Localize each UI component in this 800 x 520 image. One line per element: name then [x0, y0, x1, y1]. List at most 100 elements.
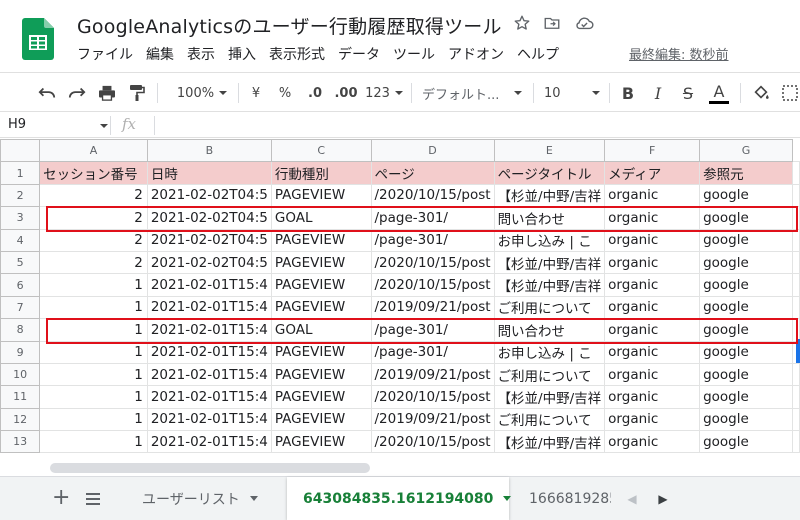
- cell-medium[interactable]: organic: [604, 362, 701, 387]
- menu-insert[interactable]: 挿入: [228, 44, 256, 64]
- cell-page[interactable]: /2019/09/21/post: [370, 295, 495, 320]
- cell-datetime[interactable]: 2021-02-02T04:5: [146, 183, 272, 208]
- row-header[interactable]: 8: [0, 318, 41, 342]
- cell-medium[interactable]: organic: [604, 250, 701, 275]
- chevron-down-icon[interactable]: [249, 496, 258, 501]
- cell-medium[interactable]: organic: [604, 183, 701, 208]
- cell-session[interactable]: 1: [39, 295, 148, 320]
- cell-medium[interactable]: organic: [604, 318, 701, 342]
- cell-session[interactable]: 2: [39, 206, 148, 230]
- cell-datetime[interactable]: 2021-02-01T15:4: [146, 407, 272, 432]
- row-header[interactable]: 3: [0, 206, 41, 230]
- menu-addons[interactable]: アドオン: [448, 44, 504, 64]
- empty-cell[interactable]: [792, 206, 800, 230]
- cell-source[interactable]: google: [699, 295, 793, 320]
- cell-session[interactable]: 1: [39, 273, 148, 297]
- empty-cell[interactable]: [792, 250, 800, 275]
- name-box[interactable]: H9: [8, 117, 26, 132]
- cell-datetime[interactable]: 2021-02-01T15:4: [146, 362, 272, 387]
- cell-page[interactable]: /2020/10/15/post: [370, 183, 495, 208]
- undo-icon[interactable]: [36, 81, 58, 105]
- column-header[interactable]: E: [493, 139, 606, 163]
- sheet-tab-active[interactable]: 643084835.1612194080: [287, 477, 512, 520]
- cell-action[interactable]: PAGEVIEW: [270, 407, 372, 432]
- cell-source[interactable]: google: [699, 385, 793, 409]
- empty-cell[interactable]: [792, 318, 800, 342]
- sheet-tab-user-list[interactable]: ユーザーリスト: [128, 477, 272, 520]
- cell-session[interactable]: 1: [39, 318, 148, 342]
- cell-session[interactable]: 2: [39, 228, 148, 252]
- column-header[interactable]: F: [604, 139, 701, 163]
- cell-source[interactable]: google: [699, 206, 793, 230]
- cell-action[interactable]: GOAL: [270, 206, 372, 230]
- cell-source[interactable]: google: [699, 318, 793, 342]
- cell-action[interactable]: PAGEVIEW: [270, 250, 372, 275]
- row-header[interactable]: 9: [0, 340, 41, 364]
- cell-page-title[interactable]: お申し込み | こ: [493, 228, 606, 252]
- cell-medium[interactable]: organic: [604, 206, 701, 230]
- horizontal-scrollbar[interactable]: [50, 463, 370, 473]
- row-header[interactable]: 4: [0, 228, 41, 252]
- empty-cell[interactable]: [792, 161, 800, 185]
- formula-input[interactable]: [160, 116, 790, 135]
- zoom-select[interactable]: 100%: [172, 81, 232, 105]
- row-header[interactable]: 6: [0, 273, 41, 297]
- cell-medium[interactable]: organic: [604, 407, 701, 432]
- empty-cell[interactable]: [792, 295, 800, 320]
- move-to-folder-icon[interactable]: [541, 12, 563, 34]
- menu-edit[interactable]: 編集: [146, 44, 174, 64]
- cell-session[interactable]: 1: [39, 430, 148, 454]
- row-header[interactable]: 10: [0, 362, 41, 387]
- cell-page[interactable]: /2020/10/15/post: [370, 273, 495, 297]
- chevron-down-icon[interactable]: [100, 124, 108, 128]
- cell-session[interactable]: 1: [39, 362, 148, 387]
- cell-datetime[interactable]: 2021-02-01T15:4: [146, 430, 272, 454]
- cell-action[interactable]: GOAL: [270, 318, 372, 342]
- empty-cell[interactable]: [792, 430, 800, 454]
- row-header[interactable]: 13: [0, 430, 41, 454]
- scroll-tabs-right-icon[interactable]: ▶: [650, 477, 676, 520]
- row-header[interactable]: 11: [0, 385, 41, 409]
- cell-source[interactable]: google: [699, 273, 793, 297]
- font-family-select[interactable]: デフォルト...: [422, 81, 522, 105]
- cell-datetime[interactable]: 2021-02-01T15:4: [146, 318, 272, 342]
- cell-action[interactable]: PAGEVIEW: [270, 183, 372, 208]
- cell-action[interactable]: PAGEVIEW: [270, 295, 372, 320]
- cell-datetime[interactable]: 2021-02-02T04:5: [146, 206, 272, 230]
- cell-action[interactable]: PAGEVIEW: [270, 362, 372, 387]
- print-icon[interactable]: [96, 81, 118, 105]
- row-header[interactable]: 1: [0, 161, 41, 185]
- cell-medium[interactable]: organic: [604, 340, 701, 364]
- cell-page[interactable]: /page-301/: [370, 206, 495, 230]
- cell-source[interactable]: google: [699, 250, 793, 275]
- bold-button[interactable]: B: [618, 81, 638, 105]
- cell-medium[interactable]: organic: [604, 273, 701, 297]
- header-cell-source[interactable]: 参照元: [699, 161, 793, 185]
- cell-page-title[interactable]: 【杉並/中野/吉祥: [493, 183, 606, 208]
- currency-format-button[interactable]: ¥: [248, 81, 264, 105]
- select-all-corner[interactable]: [0, 139, 41, 163]
- cell-page-title[interactable]: ご利用について: [493, 362, 606, 387]
- cell-medium[interactable]: organic: [604, 430, 701, 454]
- column-header[interactable]: G: [699, 139, 793, 163]
- cell-datetime[interactable]: 2021-02-01T15:4: [146, 295, 272, 320]
- scroll-tabs-left-icon[interactable]: ◀: [619, 477, 645, 520]
- cell-page[interactable]: /2020/10/15/post: [370, 250, 495, 275]
- cell-medium[interactable]: organic: [604, 385, 701, 409]
- cell-source[interactable]: google: [699, 362, 793, 387]
- menu-view[interactable]: 表示: [187, 44, 215, 64]
- row-header[interactable]: 12: [0, 407, 41, 432]
- header-cell-medium[interactable]: メディア: [604, 161, 701, 185]
- fill-color-icon[interactable]: [750, 81, 772, 105]
- add-sheet-icon[interactable]: +: [52, 486, 70, 510]
- cell-page-title[interactable]: ご利用について: [493, 407, 606, 432]
- column-header[interactable]: A: [39, 139, 148, 163]
- menu-file[interactable]: ファイル: [77, 44, 133, 64]
- row-header[interactable]: 5: [0, 250, 41, 275]
- cell-page[interactable]: /page-301/: [370, 318, 495, 342]
- cell-session[interactable]: 1: [39, 340, 148, 364]
- borders-icon[interactable]: [780, 81, 800, 105]
- header-cell-page-title[interactable]: ページタイトル: [493, 161, 606, 185]
- cell-source[interactable]: google: [699, 340, 793, 364]
- cell-page[interactable]: /2020/10/15/post: [370, 385, 495, 409]
